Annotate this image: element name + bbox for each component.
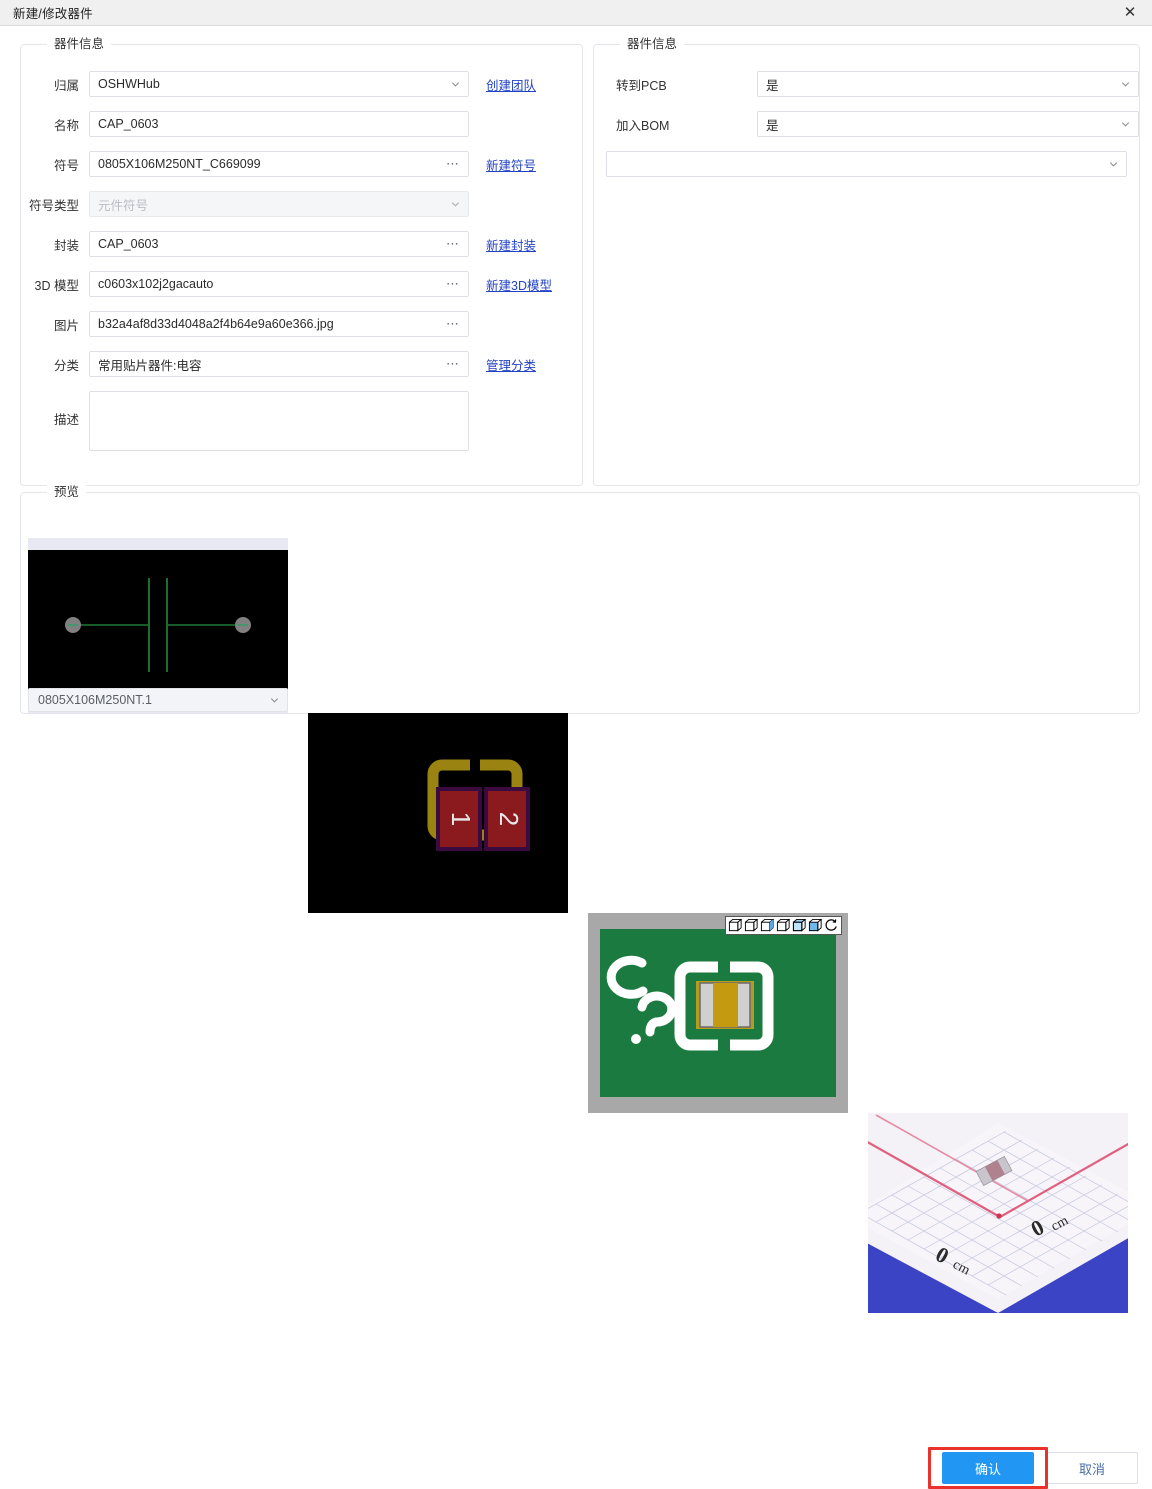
create-team-link[interactable]: 创建团队 — [486, 75, 536, 94]
field-row-add-bom: 加入BOM 是 — [594, 111, 1139, 137]
new-symbol-link[interactable]: 新建符号 — [486, 155, 536, 174]
field-row-category: 分类 常用贴片器件:电容 ⋯ 管理分类 — [21, 351, 582, 377]
field-row-description: 描述 — [21, 391, 582, 451]
description-textarea[interactable] — [89, 391, 469, 451]
capacitor-symbol-icon — [65, 578, 251, 672]
pcb-3d-icon — [606, 955, 774, 1051]
to-pcb-value: 是 — [766, 78, 779, 93]
model3d-value: c0603x102j2gacauto — [98, 277, 214, 291]
category-value: 常用贴片器件:电容 — [98, 358, 202, 373]
image-value: b32a4af8d33d4048a2f4b64e9a60e366.jpg — [98, 317, 334, 331]
label-category: 分类 — [53, 358, 79, 373]
view-cube-4-icon[interactable] — [776, 918, 791, 933]
pcb-board — [600, 929, 836, 1097]
symbol-preview[interactable] — [28, 538, 288, 713]
extra-select[interactable] — [606, 151, 1127, 177]
window-title: 新建/修改器件 — [13, 7, 93, 21]
symbol-value: 0805X106M250NT_C669099 — [98, 157, 261, 171]
owner-value: OSHWHub — [98, 77, 160, 91]
new-footprint-link[interactable]: 新建封装 — [486, 235, 536, 254]
symbol-input[interactable]: 0805X106M250NT_C669099 ⋯ — [89, 151, 469, 177]
new-edit-component-dialog: 新建/修改器件 ✕ 器件信息 归属 OSHWHub 创建团队 名称 CAP_06… — [0, 0, 1152, 1489]
symbol-canvas — [28, 550, 288, 700]
right-group-legend: 器件信息 — [620, 37, 685, 52]
name-input[interactable]: CAP_0603 — [89, 111, 469, 137]
field-row-owner: 归属 OSHWHub 创建团队 — [21, 71, 582, 97]
footprint-input[interactable]: CAP_0603 ⋯ — [89, 231, 469, 257]
chevron-down-icon — [1108, 159, 1119, 170]
dialog-footer: 确认 取消 — [0, 714, 1152, 1489]
photo-preview[interactable]: 0 cm 0 cm — [868, 1113, 1128, 1313]
chevron-down-icon — [1120, 79, 1131, 90]
field-row-symbol-type: 符号类型 元件符号 — [21, 191, 582, 217]
add-bom-value: 是 — [766, 118, 779, 133]
model3d-input[interactable]: c0603x102j2gacauto ⋯ — [89, 271, 469, 297]
cancel-button[interactable]: 取消 — [1046, 1452, 1138, 1484]
symbol-type-value: 元件符号 — [98, 198, 149, 213]
field-row-image: 图片 b32a4af8d33d4048a2f4b64e9a60e366.jpg … — [21, 311, 582, 337]
symbol-type-select: 元件符号 — [89, 191, 469, 217]
rotate-icon[interactable] — [824, 918, 839, 933]
add-bom-select[interactable]: 是 — [757, 111, 1139, 137]
field-row-footprint: 封装 CAP_0603 ⋯ 新建封装 — [21, 231, 582, 257]
label-footprint: 封装 — [53, 238, 79, 253]
field-row-to-pcb: 转到PCB 是 — [594, 71, 1139, 97]
owner-select[interactable]: OSHWHub — [89, 71, 469, 97]
chevron-down-icon — [1120, 119, 1131, 130]
label-symbol-type: 符号类型 — [28, 198, 79, 213]
chevron-down-icon — [450, 79, 461, 90]
label-image: 图片 — [53, 318, 79, 333]
left-group-legend: 器件信息 — [47, 37, 112, 52]
svg-text:1: 1 — [446, 812, 476, 826]
label-name: 名称 — [53, 118, 79, 133]
component-info-left-group: 器件信息 归属 OSHWHub 创建团队 名称 CAP_0603 符号 0805… — [20, 37, 583, 486]
chevron-down-icon — [450, 199, 461, 210]
symbol-variant-select[interactable]: 0805X106M250NT.1 — [28, 688, 288, 712]
svg-text:2: 2 — [494, 812, 524, 826]
new-model3d-link[interactable]: 新建3D模型 — [486, 275, 552, 294]
category-browse-icon[interactable]: ⋯ — [446, 357, 460, 370]
model3d-browse-icon[interactable]: ⋯ — [446, 277, 460, 290]
view-angle-toolbar[interactable] — [725, 916, 842, 935]
label-to-pcb: 转到PCB — [616, 78, 667, 93]
field-row-extra — [594, 151, 1139, 177]
label-owner: 归属 — [53, 78, 79, 93]
footprint-browse-icon[interactable]: ⋯ — [446, 237, 460, 250]
to-pcb-select[interactable]: 是 — [757, 71, 1139, 97]
field-row-name: 名称 CAP_0603 — [21, 111, 582, 137]
symbol-variant-value: 0805X106M250NT.1 — [38, 693, 152, 707]
label-model3d: 3D 模型 — [34, 278, 79, 293]
view-cube-3-icon[interactable] — [760, 918, 775, 933]
confirm-button[interactable]: 确认 — [942, 1452, 1034, 1484]
view-cube-1-icon[interactable] — [728, 918, 743, 933]
footprint-value: CAP_0603 — [98, 237, 159, 251]
label-description: 描述 — [53, 413, 79, 427]
view-cube-5-icon[interactable] — [792, 918, 807, 933]
view-cube-2-icon[interactable] — [744, 918, 759, 933]
view-cube-6-icon[interactable] — [808, 918, 823, 933]
preview-legend: 预览 — [47, 485, 87, 500]
field-row-symbol: 符号 0805X106M250NT_C669099 ⋯ 新建符号 — [21, 151, 582, 177]
close-icon[interactable]: ✕ — [1108, 0, 1152, 25]
model3d-preview[interactable] — [588, 913, 848, 1113]
image-browse-icon[interactable]: ⋯ — [446, 317, 460, 330]
field-row-model3d: 3D 模型 c0603x102j2gacauto ⋯ 新建3D模型 — [21, 271, 582, 297]
label-add-bom: 加入BOM — [616, 118, 670, 133]
name-value: CAP_0603 — [98, 117, 159, 131]
symbol-browse-icon[interactable]: ⋯ — [446, 157, 460, 170]
product-photo-icon: 0 cm 0 cm — [868, 1113, 1128, 1313]
manage-category-link[interactable]: 管理分类 — [486, 355, 536, 374]
component-info-right-group: 器件信息 转到PCB 是 加入BOM 是 — [593, 37, 1140, 486]
label-symbol: 符号 — [53, 158, 79, 173]
chevron-down-icon — [269, 695, 280, 706]
image-input[interactable]: b32a4af8d33d4048a2f4b64e9a60e366.jpg ⋯ — [89, 311, 469, 337]
category-input[interactable]: 常用贴片器件:电容 ⋯ — [89, 351, 469, 377]
title-bar: 新建/修改器件 ✕ — [0, 0, 1152, 26]
